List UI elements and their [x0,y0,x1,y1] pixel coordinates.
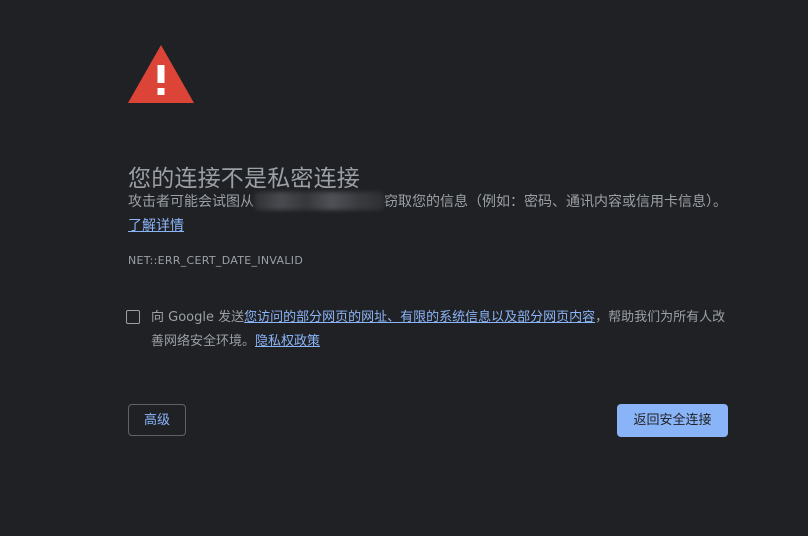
report-opt-in-checkbox[interactable] [126,310,140,324]
ssl-error-interstitial: 您的连接不是私密连接 攻击者可能会试图从 窃取您的信息（例如：密码、通讯内容或信用… [0,0,808,536]
report-opt-in-label: 向 Google 发送您访问的部分网页的网址、有限的系统信息以及部分网页内容，帮… [151,306,731,354]
redacted-hostname [254,192,384,210]
report-details-link[interactable]: 您访问的部分网页的网址、有限的系统信息以及部分网页内容 [244,310,595,325]
error-code: NET::ERR_CERT_DATE_INVALID [128,254,304,267]
back-to-safety-button[interactable]: 返回安全连接 [617,404,728,437]
privacy-policy-link[interactable]: 隐私权政策 [255,334,320,349]
description-text-start: 攻击者可能会试图从 [128,194,254,210]
learn-more-link[interactable]: 了解详情 [128,218,184,234]
description-text-end: 窃取您的信息（例如：密码、通讯内容或信用卡信息）。 [384,194,727,210]
page-title: 您的连接不是私密连接 [128,166,360,193]
error-description: 攻击者可能会试图从 窃取您的信息（例如：密码、通讯内容或信用卡信息）。了解详情 [128,190,728,238]
opt-in-text-prefix: 向 Google 发送 [151,310,245,325]
advanced-button[interactable]: 高级 [128,404,186,436]
warning-triangle-icon [128,45,194,103]
